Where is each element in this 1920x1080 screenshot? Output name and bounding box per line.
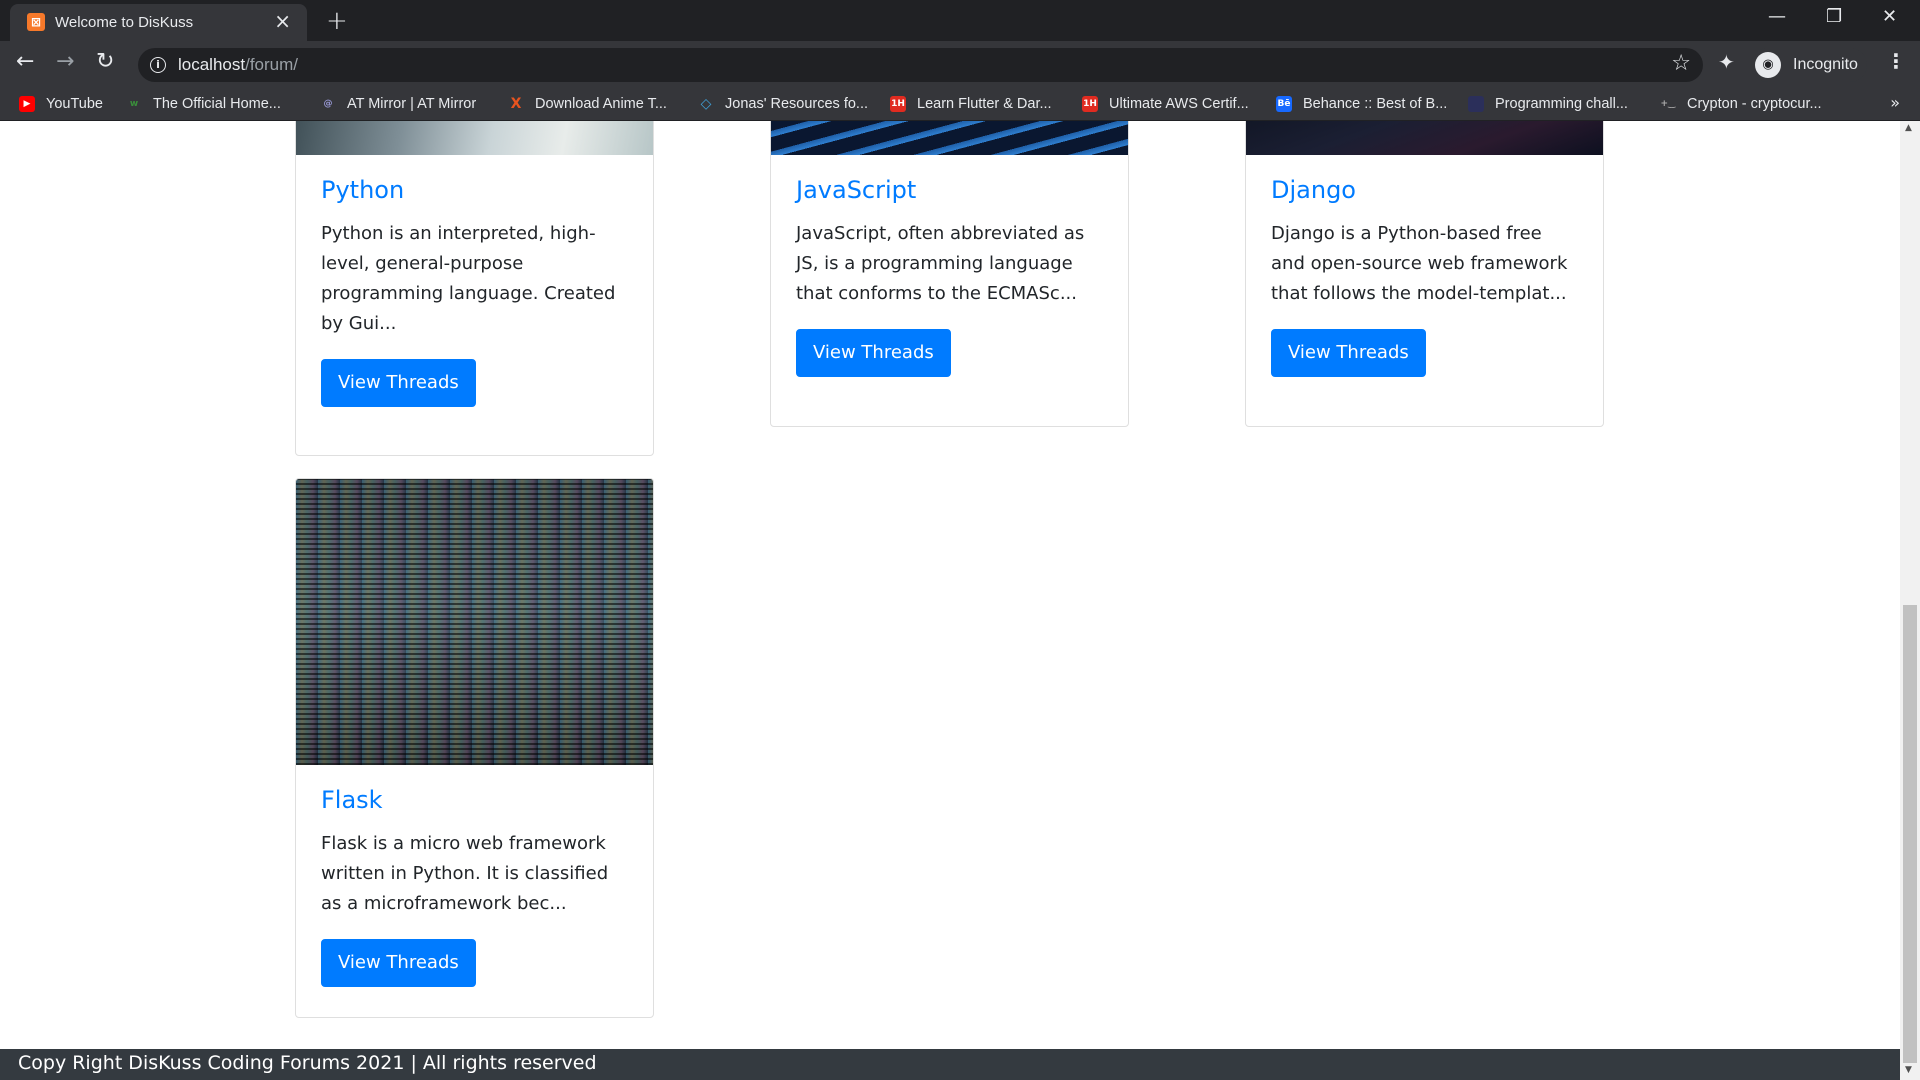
forward-icon[interactable]: → [56, 49, 74, 74]
incognito-label: Incognito [1793, 56, 1858, 73]
python-card-image [296, 121, 653, 155]
kebab-menu-icon[interactable]: ⋮ [1886, 49, 1906, 73]
xampp-icon: ⊠ [27, 13, 45, 31]
diamond-icon: ◇ [700, 96, 712, 112]
view-threads-button[interactable]: View Threads [321, 359, 476, 407]
javascript-card-image [771, 121, 1128, 155]
footer-copyright: Copy Right DisKuss Coding Forums 2021 | … [18, 1052, 597, 1074]
card-title[interactable]: JavaScript [796, 175, 1103, 205]
bookmarks-bar: ▶ YouTube w The Official Home... @ AT Mi… [0, 87, 1920, 121]
card-body: Django Django is a Python-based free and… [1271, 175, 1578, 377]
view-threads-button[interactable]: View Threads [796, 329, 951, 377]
scroll-up-arrow-icon[interactable]: ▲ [1905, 123, 1912, 133]
bookmark-label: Learn Flutter & Dar... [917, 96, 1052, 112]
back-icon[interactable]: ← [16, 49, 34, 74]
view-threads-button[interactable]: View Threads [1271, 329, 1426, 377]
card-body: Flask Flask is a micro web framework wri… [321, 785, 628, 987]
address-bar[interactable]: i localhost/forum/ ☆ [138, 48, 1703, 82]
behance-icon: Bē [1276, 96, 1292, 112]
bookmark-label: The Official Home... [153, 96, 281, 112]
page-footer: Copy Right DisKuss Coding Forums 2021 | … [0, 1049, 1900, 1080]
category-card-flask: Flask Flask is a micro web framework wri… [295, 478, 654, 1018]
new-tab-button[interactable]: + [326, 6, 348, 36]
view-threads-button[interactable]: View Threads [321, 939, 476, 987]
url-text[interactable]: localhost/forum/ [178, 55, 298, 75]
flask-card-image [296, 479, 653, 765]
bookmark-crypton[interactable]: +‿ Crypton - cryptocur... [1660, 94, 1822, 114]
url-path: /forum/ [245, 55, 299, 74]
bookmark-label: Jonas' Resources fo... [725, 96, 869, 112]
card-title[interactable]: Django [1271, 175, 1578, 205]
x-icon: X [510, 96, 522, 112]
info-icon[interactable]: i [150, 57, 166, 73]
card-title[interactable]: Flask [321, 785, 628, 815]
card-title[interactable]: Python [321, 175, 628, 205]
bookmark-label: YouTube [46, 96, 103, 112]
1h-icon: 1H [1082, 96, 1098, 112]
extensions-puzzle-icon[interactable]: ✦ [1718, 50, 1735, 74]
restore-icon[interactable]: ❐ [1826, 6, 1842, 27]
bookmark-learn-flutter[interactable]: 1H Learn Flutter & Dar... [890, 94, 1052, 114]
bookmark-label: Ultimate AWS Certif... [1109, 96, 1249, 112]
card-description: Django is a Python-based free and open-s… [1271, 223, 1568, 304]
card-description: Python is an interpreted, high-level, ge… [321, 223, 616, 334]
minimize-icon[interactable]: — [1768, 6, 1786, 27]
tab-strip: ⊠ Welcome to DisKuss × + — ❐ ✕ [0, 0, 1920, 41]
more-bookmarks-icon[interactable]: » [1890, 93, 1900, 112]
bookmark-star-icon[interactable]: ☆ [1671, 51, 1691, 76]
at-icon: @ [323, 99, 333, 109]
page-viewport: Python Python is an interpreted, high-le… [0, 121, 1920, 1080]
bookmark-at-mirror[interactable]: @ AT Mirror | AT Mirror [320, 94, 477, 114]
tab-title: Welcome to DisKuss [55, 14, 194, 31]
browser-tab[interactable]: ⊠ Welcome to DisKuss × [10, 4, 307, 41]
card-body: JavaScript JavaScript, often abbreviated… [796, 175, 1103, 377]
wd-icon: w [129, 99, 139, 109]
category-card-django: Django Django is a Python-based free and… [1245, 121, 1604, 427]
blank-icon [1468, 96, 1484, 112]
url-host: localhost [178, 55, 246, 74]
close-window-icon[interactable]: ✕ [1882, 6, 1897, 27]
card-description: JavaScript, often abbreviated as JS, is … [796, 223, 1085, 304]
bookmark-label: AT Mirror | AT Mirror [347, 96, 477, 112]
browser-toolbar: ← → ↻ i localhost/forum/ ☆ ✦ ◉ Incognito… [0, 41, 1920, 87]
scrollbar-thumb[interactable] [1903, 605, 1917, 1063]
bookmark-label: Programming chall... [1495, 96, 1628, 112]
close-tab-icon[interactable]: × [274, 11, 291, 31]
scroll-down-arrow-icon[interactable]: ▼ [1905, 1065, 1912, 1075]
bookmark-official-home[interactable]: w The Official Home... [126, 94, 281, 114]
category-card-javascript: JavaScript JavaScript, often abbreviated… [770, 121, 1129, 427]
bookmark-programming-challenges[interactable]: Programming chall... [1468, 94, 1628, 114]
youtube-icon: ▶ [19, 96, 35, 112]
bookmark-label: Behance :: Best of B... [1303, 96, 1448, 112]
django-card-image [1246, 121, 1603, 155]
bookmark-jonas-resources[interactable]: ◇ Jonas' Resources fo... [698, 94, 868, 114]
1h-icon: 1H [890, 96, 906, 112]
incognito-profile-button[interactable]: ◉ Incognito [1751, 48, 1867, 82]
incognito-icon: ◉ [1755, 52, 1781, 78]
category-card-python: Python Python is an interpreted, high-le… [295, 121, 654, 456]
crypton-icon: +‿ [1660, 99, 1676, 109]
card-body: Python Python is an interpreted, high-le… [321, 175, 628, 407]
bookmark-label: Crypton - cryptocur... [1687, 96, 1822, 112]
reload-icon[interactable]: ↻ [96, 49, 114, 74]
bookmark-youtube[interactable]: ▶ YouTube [19, 94, 103, 114]
bookmark-behance[interactable]: Bē Behance :: Best of B... [1276, 94, 1447, 114]
bookmark-aws-certification[interactable]: 1H Ultimate AWS Certif... [1082, 94, 1249, 114]
bookmark-download-anime[interactable]: X Download Anime T... [508, 94, 667, 114]
bookmark-label: Download Anime T... [535, 96, 667, 112]
card-description: Flask is a micro web framework written i… [321, 833, 609, 914]
page-scrollbar[interactable]: ▲ ▼ [1900, 121, 1920, 1080]
